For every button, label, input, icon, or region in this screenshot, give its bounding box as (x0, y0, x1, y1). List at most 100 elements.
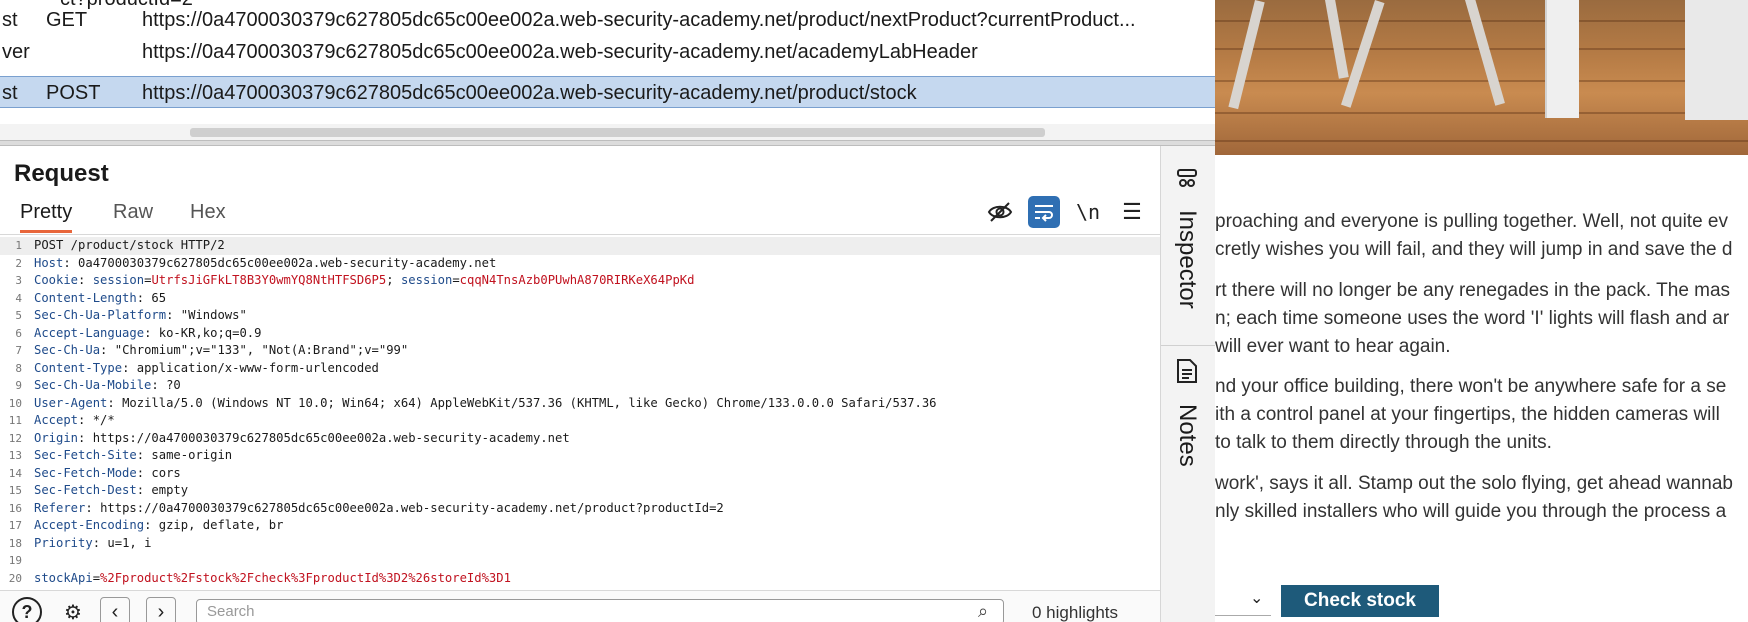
header-name: Content-Length (34, 290, 137, 305)
line-number: 20 (8, 571, 22, 585)
description-line: n; each time someone uses the word 'I' l… (1215, 308, 1730, 329)
search-input[interactable]: Search (196, 599, 1004, 622)
help-icon[interactable]: ? (12, 597, 42, 622)
cookie-value: cqqN4TnsAzb0PUwhA870RIRKeX64PpKd (459, 273, 695, 287)
request-line: 8 Content-Type: application/x-www-form-ur… (0, 360, 1160, 378)
request-title: Request (14, 160, 109, 187)
inspector-tab[interactable]: Inspector (1161, 166, 1216, 346)
cookie-name: session (400, 273, 453, 287)
description-line: will ever want to hear again. (1215, 336, 1451, 357)
request-line: 12 Origin: https://0a4700030379c627805dc6… (0, 430, 1160, 448)
editor-bottom-bar: ? ⚙ ‹ › Search ⌕ 0 highlights (0, 590, 1160, 622)
tab-pretty[interactable]: Pretty (20, 201, 73, 233)
line-number: 1 (15, 239, 22, 252)
inspector-icon (1175, 166, 1199, 197)
line-number: 5 (15, 309, 22, 322)
scrollbar-thumb[interactable] (190, 128, 1045, 137)
line-content: Accept-Encoding: gzip, deflate, br (34, 517, 284, 535)
line-content: Origin: https://0a4700030379c627805dc65c… (34, 430, 570, 448)
tab-hex[interactable]: Hex (190, 201, 226, 230)
line-content: Referer: https://0a4700030379c627805dc65… (34, 500, 724, 518)
store-select[interactable]: ⌄ (1215, 584, 1271, 616)
history-row[interactable]: st GET https://0a4700030379c627805dc65c0… (0, 4, 1215, 36)
line-number: 14 (8, 466, 22, 480)
separator: : (107, 395, 123, 410)
separator: : (85, 500, 101, 515)
line-number: 17 (8, 519, 22, 532)
separator: : (92, 535, 108, 550)
description-line: ith a control panel at your fingertips, … (1215, 404, 1720, 425)
row-url: https://0a4700030379c627805dc65c00ee002a… (142, 9, 1136, 31)
request-line: 11 Accept: */* (0, 412, 1160, 430)
notes-icon (1176, 358, 1198, 391)
row-url: https://0a4700030379c627805dc65c00ee002a… (142, 41, 978, 63)
description-line: nly skilled installers who will guide yo… (1215, 501, 1727, 522)
description-line: cretly wishes you will fail, and they wi… (1215, 239, 1733, 260)
tab-raw[interactable]: Raw (113, 201, 153, 230)
separator: : (122, 360, 137, 375)
notes-tab[interactable]: Notes (1161, 358, 1216, 508)
header-value: https://0a4700030379c627805dc65c00ee002a… (92, 430, 570, 445)
row-source: ver (2, 41, 30, 63)
header-value: same-origin (151, 448, 233, 462)
burp-window: ct?productId=2 st GET https://0a47000303… (0, 0, 1216, 622)
request-editor[interactable]: 1 POST /product/stock HTTP/2 2 Host: 0a4700… (0, 234, 1160, 586)
request-line: 18 Priority: u=1, i (0, 535, 1160, 553)
check-stock-button[interactable]: Check stock (1281, 585, 1439, 617)
header-value: u=1, i (107, 535, 152, 550)
highlights-count: 0 highlights (1032, 603, 1119, 622)
header-value: POST /product/stock HTTP/2 (34, 238, 225, 252)
line-content: Sec-Ch-Ua: "Chromium";v="133", "Not(A:Br… (34, 342, 408, 360)
header-name: Host (34, 255, 64, 270)
line-number: 10 (8, 396, 22, 410)
row-source: st (2, 9, 18, 31)
line-content: Accept: */* (34, 412, 115, 430)
cookie-value: UtrfsJiGFkLT8B3Y0wmYQ8NtHTFSD6P5 (151, 273, 387, 287)
header-name: User-Agent (34, 395, 108, 410)
search-icon: ⌕ (978, 601, 989, 621)
line-number: 9 (15, 379, 22, 392)
history-row[interactable]: ver https://0a4700030379c627805dc65c00ee… (0, 36, 1215, 68)
gear-icon[interactable]: ⚙ (58, 597, 88, 622)
header-name: Accept-Encoding (34, 518, 145, 532)
line-number: 3 (15, 274, 22, 287)
show-newlines-button[interactable]: \n (1072, 196, 1104, 228)
header-value: ko-KR,ko;q=0.9 (158, 325, 262, 340)
request-line: 6 Accept-Language: ko-KR,ko;q=0.9 (0, 325, 1160, 343)
header-value: application/x-www-form-urlencoded (136, 360, 379, 375)
menu-icon[interactable]: ☰ (1116, 196, 1148, 228)
separator: : (78, 273, 93, 287)
line-number: 19 (8, 554, 22, 567)
word-wrap-icon[interactable] (1028, 196, 1060, 228)
request-line: 2 Host: 0a4700030379c627805dc65c00ee002a.… (0, 255, 1160, 273)
request-line: 3 Cookie: session=UtrfsJiGFkLT8B3Y0wmYQ8N… (0, 272, 1160, 290)
separator: : (63, 255, 79, 270)
separator: : (78, 413, 93, 427)
chevron-right-icon[interactable]: › (146, 597, 176, 622)
header-name: Accept (34, 413, 79, 427)
chevron-down-icon: ⌄ (1250, 590, 1264, 607)
separator: : (166, 308, 181, 322)
history-row-selected[interactable]: st POST https://0a4700030379c627805dc65c… (0, 76, 1215, 108)
chevron-left-icon[interactable]: ‹ (100, 597, 130, 622)
hide-headers-icon[interactable] (984, 196, 1016, 228)
separator: : (136, 290, 152, 305)
header-value: 0a4700030379c627805dc65c00ee002a.web-sec… (78, 255, 497, 270)
separator: : (144, 518, 159, 532)
horizontal-scrollbar[interactable] (0, 124, 1215, 140)
header-value: "Windows" (180, 308, 247, 322)
line-number: 7 (15, 344, 22, 357)
line-content: POST /product/stock HTTP/2 (34, 237, 225, 255)
separator: : (78, 430, 93, 445)
line-content: Host: 0a4700030379c627805dc65c00ee002a.w… (34, 255, 496, 273)
header-name: Cookie (34, 273, 79, 287)
header-name: Referer (34, 500, 86, 515)
line-number: 2 (15, 256, 22, 270)
line-number: 6 (15, 326, 22, 340)
header-value: ?0 (166, 378, 181, 392)
line-content: stockApi=%2Fproduct%2Fstock%2Fcheck%3Fpr… (34, 570, 511, 588)
line-number: 11 (8, 414, 22, 427)
line-number: 16 (8, 501, 22, 515)
header-value: "Chromium";v="133", "Not(A:Brand";v="99" (114, 343, 409, 357)
line-content: Sec-Fetch-Dest: empty (34, 482, 188, 500)
